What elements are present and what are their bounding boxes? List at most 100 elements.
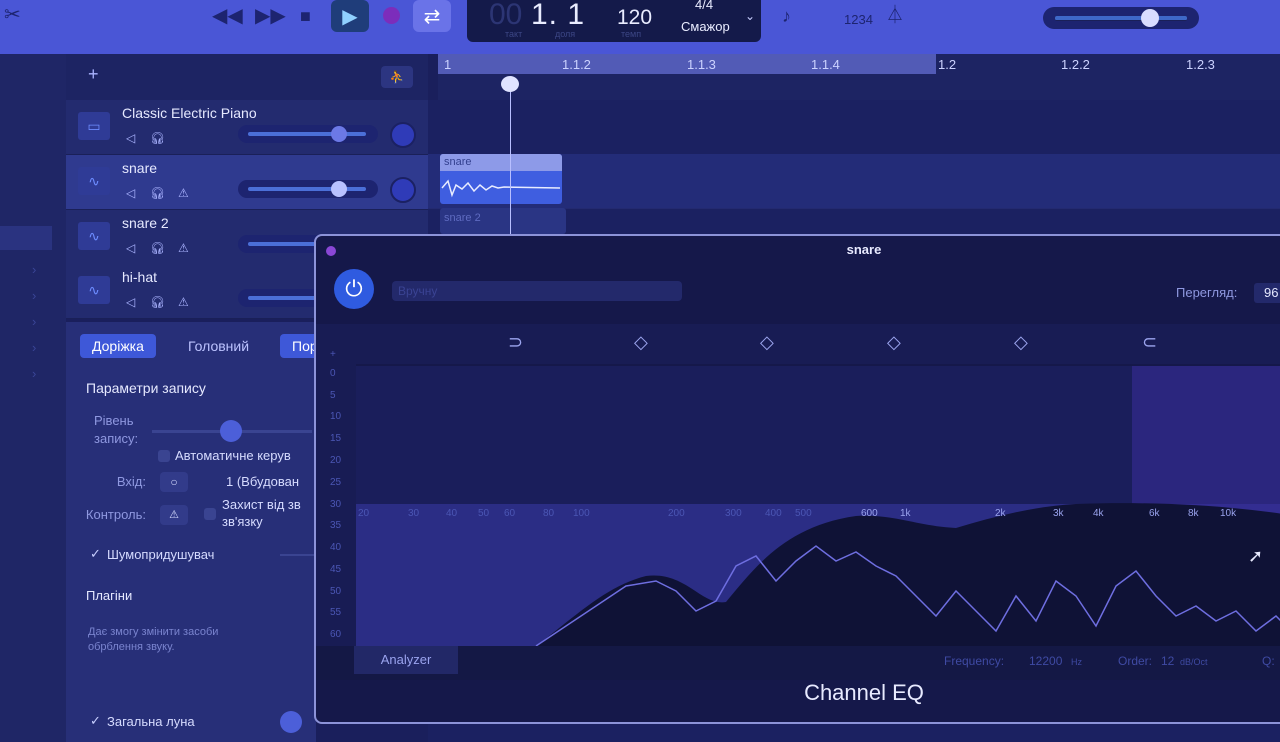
noise-gate-slider[interactable] — [280, 554, 316, 556]
chevron-right-icon[interactable]: › — [32, 366, 36, 381]
input-select[interactable]: 1 (Вбудован — [226, 474, 299, 489]
high-cut-icon[interactable]: ⊂ — [1142, 332, 1157, 353]
freq-label: 400 — [765, 508, 782, 519]
track-name[interactable]: Classic Electric Piano — [122, 105, 257, 121]
input-monitor-icon[interactable]: ⚠ — [178, 241, 189, 255]
analyzer-button[interactable]: Analyzer — [354, 646, 458, 674]
bell-band-icon[interactable]: ◇ — [760, 332, 774, 353]
low-cut-icon[interactable]: ⊃ — [508, 332, 523, 353]
waveform — [441, 179, 561, 198]
track-volume-knob[interactable] — [331, 126, 347, 142]
db-label: 60 — [330, 629, 342, 640]
tab-master[interactable]: Головний — [176, 334, 261, 358]
track-volume-slider[interactable] — [238, 180, 378, 198]
order-value[interactable]: 12 — [1161, 654, 1174, 668]
master-volume-slider[interactable] — [1043, 7, 1199, 29]
plugin-window-title: snare — [846, 242, 882, 257]
lcd-display[interactable]: 00 1. 1 такт доля 120 темп 4/4 Смажор ⌄ — [467, 0, 761, 42]
input-monitor-icon[interactable]: ⚠ — [178, 295, 189, 309]
db-label: 0 — [330, 368, 336, 379]
track-pan-knob[interactable] — [390, 122, 416, 148]
fast-forward-icon[interactable]: ▶▶ — [255, 6, 286, 26]
frequency-unit: Hz — [1071, 657, 1082, 667]
record-button[interactable] — [383, 7, 400, 24]
db-label: + — [330, 349, 336, 360]
lcd-tempo: 120 — [617, 6, 653, 29]
view-label: Перегляд: — [1176, 285, 1238, 300]
lcd-bar-sub: такт — [505, 29, 523, 39]
freq-label: 4k — [1093, 508, 1104, 519]
track-name[interactable]: hi-hat — [122, 269, 157, 285]
add-track-button[interactable]: + — [88, 64, 99, 85]
mute-icon[interactable]: ◁ — [126, 241, 135, 255]
eq-band-row: ⊃ ◇ ◇ ◇ ◇ ⊂ — [316, 324, 1280, 364]
play-icon: ▶ — [342, 5, 358, 28]
ruler-label: 1.1.2 — [562, 57, 591, 72]
chevron-right-icon[interactable]: › — [32, 288, 36, 303]
monitor-button[interactable]: ⚠ — [160, 505, 188, 525]
freq-label: 20 — [358, 508, 370, 519]
preset-select[interactable]: Вручну — [392, 281, 682, 301]
smart-tempo-button[interactable]: ⛹ — [381, 66, 413, 88]
rewind-icon[interactable]: ◀◀ — [212, 6, 243, 26]
track-volume-slider[interactable] — [238, 125, 378, 143]
audio-region[interactable]: snare 2 — [440, 208, 566, 234]
lcd-key: Смажор — [681, 19, 730, 34]
order-label: Order: — [1118, 654, 1153, 668]
feedback-protection-checkbox[interactable] — [204, 508, 216, 520]
chevron-right-icon[interactable]: › — [32, 262, 36, 277]
stop-icon[interactable]: ■ — [300, 6, 311, 26]
bell-band-icon[interactable]: ◇ — [634, 332, 648, 353]
track-lane[interactable] — [428, 100, 1280, 155]
track-row[interactable]: ▭ Classic Electric Piano ◁ 🎧︎ — [66, 100, 428, 155]
input-monitor-icon[interactable]: ⚠ — [178, 186, 189, 200]
cycle-icon: ⇄ — [423, 5, 441, 28]
frequency-value[interactable]: 12200 — [1029, 654, 1062, 668]
plugins-heading: Плагіни — [86, 588, 133, 603]
master-echo-knob[interactable] — [280, 711, 302, 733]
feedback-protection-label: Захист від зв зв'язку — [222, 497, 301, 529]
track-pan-knob[interactable] — [390, 177, 416, 203]
eq-curve-display — [356, 366, 1280, 647]
headphones-icon[interactable]: 🎧︎ — [150, 295, 165, 309]
checkmark-icon[interactable]: ✓ — [90, 546, 101, 562]
track-name[interactable]: snare 2 — [122, 215, 169, 231]
cycle-button[interactable]: ⇄ — [413, 0, 451, 32]
chevron-down-icon[interactable]: ⌄ — [745, 9, 755, 23]
ruler-label: 1 — [444, 57, 452, 72]
tab-track[interactable]: Доріжка — [80, 334, 156, 358]
count-in-icon[interactable]: 1234 — [844, 10, 873, 30]
scissors-icon[interactable]: ✂ — [4, 5, 21, 25]
metronome-icon[interactable]: ⏃ — [886, 5, 904, 25]
freq-label: 40 — [446, 508, 458, 519]
checkmark-icon[interactable]: ✓ — [90, 713, 101, 729]
chevron-right-icon[interactable]: › — [32, 314, 36, 329]
mute-icon[interactable]: ◁ — [126, 295, 135, 309]
audio-region[interactable]: snare — [440, 154, 562, 204]
headphones-icon[interactable]: 🎧︎ — [150, 186, 165, 200]
track-row[interactable]: ∿ snare ◁ 🎧︎ ⚠ — [66, 155, 428, 210]
timeline-ruler[interactable]: 1 1.1.2 1.1.3 1.1.4 1.2 1.2.2 1.2.3 — [438, 54, 1280, 100]
mute-icon[interactable]: ◁ — [126, 186, 135, 200]
view-select[interactable]: 96 — [1254, 283, 1280, 303]
track-volume-knob[interactable] — [331, 181, 347, 197]
record-level-slider[interactable] — [220, 420, 242, 442]
headphones-icon[interactable]: 🎧︎ — [150, 241, 165, 255]
play-button[interactable]: ▶ — [331, 0, 369, 32]
chevron-right-icon[interactable]: › — [32, 340, 36, 355]
mute-icon[interactable]: ◁ — [126, 131, 135, 145]
bell-band-icon[interactable]: ◇ — [887, 332, 901, 353]
mono-stereo-button[interactable]: ○ — [160, 472, 188, 492]
bell-band-icon[interactable]: ◇ — [1014, 332, 1028, 353]
power-button[interactable]: ⏻ — [334, 269, 374, 309]
tuner-icon[interactable]: ♪ — [782, 6, 791, 26]
eq-graph[interactable] — [356, 366, 1280, 647]
ruler-label: 1.1.3 — [687, 57, 716, 72]
track-name[interactable]: snare — [122, 160, 157, 176]
master-volume-knob[interactable] — [1141, 9, 1159, 27]
db-scale-column: + 0 5 10 15 20 25 30 35 40 45 50 55 60 — [316, 349, 356, 646]
db-label: 10 — [330, 411, 342, 422]
playhead-handle[interactable] — [501, 76, 519, 92]
auto-control-checkbox[interactable] — [158, 450, 170, 462]
headphones-icon[interactable]: 🎧︎ — [150, 131, 165, 145]
